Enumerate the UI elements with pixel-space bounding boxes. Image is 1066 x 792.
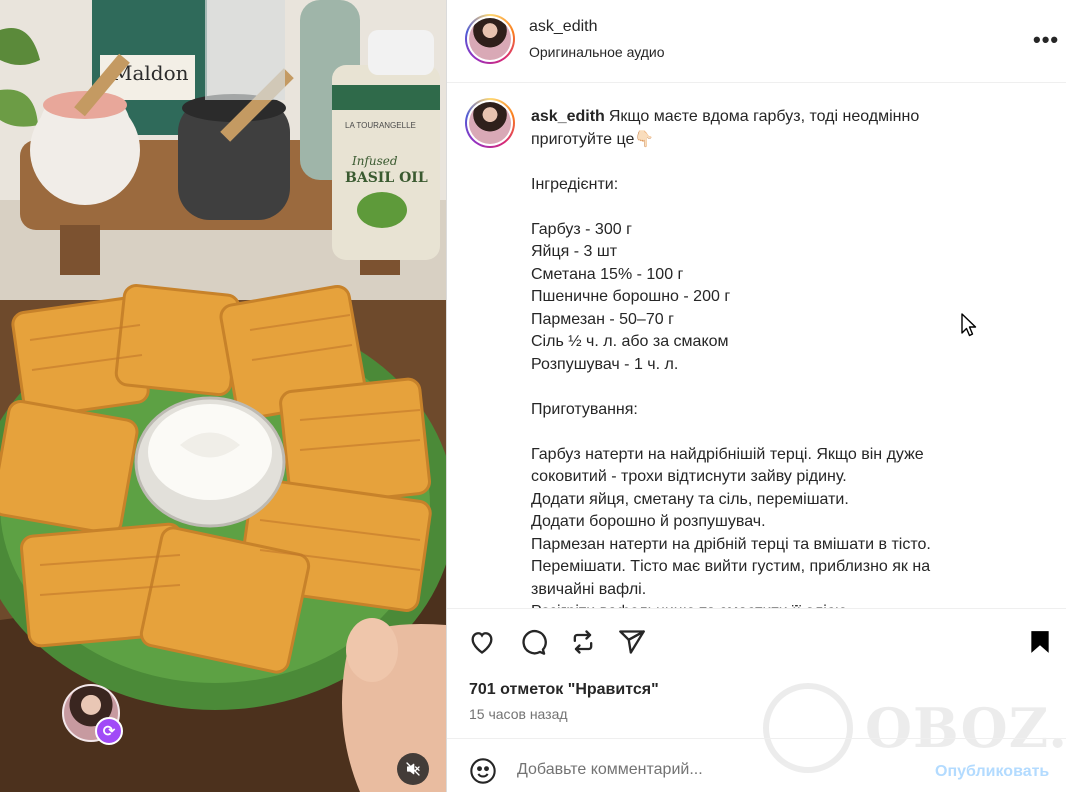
publish-button[interactable]: Опубликовать — [935, 763, 1049, 781]
post-side-panel: ask_edith Оригинальное аудио ••• ask_edi… — [446, 0, 1066, 792]
caption-avatar[interactable] — [465, 98, 515, 148]
audio-label[interactable]: Оригинальное аудио — [529, 44, 665, 60]
caption-text: ask_edith Якщо маєте вдома гарбуз, тоді н… — [531, 106, 981, 608]
caption-line: Приготування: — [531, 400, 638, 418]
caption-line: Розігріти вафельницю та змастити її оліє… — [531, 601, 981, 608]
oil-name-line1: Infused — [351, 154, 398, 168]
post-timestamp[interactable]: 15 часов назад — [469, 706, 568, 722]
caption-line: звичайні вафлі. — [531, 580, 647, 598]
caption-line: Додати борошно й розпушувач. — [531, 513, 766, 530]
oil-name-line2: BASIL OIL — [345, 170, 428, 186]
caption-line: Пармезан - 50–70 г — [531, 310, 674, 328]
caption-body: Інгредієнти: Гарбуз - 300 г Яйця - 3 шт Сме… — [531, 151, 981, 609]
comment-bar: Опубликовать — [447, 738, 1066, 792]
post-header: ask_edith Оригинальное аудио ••• — [447, 0, 1066, 83]
send-icon[interactable] — [617, 627, 647, 657]
caption-line: соковитий - трохи відтиснути зайву рідин… — [531, 468, 847, 485]
caption-section: ask_edith Якщо маєте вдома гарбуз, тоді н… — [447, 84, 1066, 608]
likes-count[interactable]: 701 отметок "Нравится" — [469, 681, 659, 699]
caption-line: Додати яйця, сметану та сіль, перемішати… — [531, 490, 849, 508]
more-icon[interactable]: ••• — [1033, 27, 1059, 53]
repost-icon[interactable] — [568, 627, 598, 657]
caption-line: Сіль ½ ч. л. або за смаком — [531, 333, 729, 350]
caption-line: Гарбуз натерти на найдрібнішій терці. Як… — [531, 445, 924, 463]
muted-speaker-icon[interactable] — [397, 753, 429, 785]
comment-input[interactable] — [517, 761, 917, 779]
comment-icon[interactable] — [518, 627, 548, 657]
mouse-cursor-icon — [961, 313, 977, 337]
caption-line: Пармезан натерти на дрібній терці та вмі… — [531, 535, 931, 553]
caption-second-line: приготуйте це👇🏻 — [531, 130, 655, 148]
caption-line: Розпушувач - 1 ч. л. — [531, 355, 679, 373]
caption-first-line: Якщо маєте вдома гарбуз, тоді неодмінно — [608, 108, 920, 125]
author-avatar[interactable] — [465, 14, 515, 64]
caption-line: Пшеничне борошно - 200 г — [531, 288, 731, 305]
caption-line: Гарбуз - 300 г — [531, 220, 632, 238]
caption-line: Сметана 15% - 100 г — [531, 265, 684, 283]
caption-line: Перемішати. Тісто має вийти густим, приб… — [531, 558, 931, 575]
caption-line: Яйця - 3 шт — [531, 243, 618, 260]
caption-username[interactable]: ask_edith — [531, 108, 605, 125]
emoji-icon[interactable] — [469, 757, 497, 790]
heart-icon[interactable] — [467, 627, 497, 657]
caption-line: Інгредієнти: — [531, 175, 619, 193]
bookmark-icon[interactable] — [1025, 627, 1055, 657]
post-media[interactable]: Maldon LA TOURANGELLE Infused BASIL OIL — [0, 0, 446, 792]
oil-brand-text: LA TOURANGELLE — [345, 121, 416, 130]
waffle-photo: Maldon LA TOURANGELLE Infused BASIL OIL — [0, 0, 446, 792]
repost-badge-icon: ⟳ — [95, 717, 123, 745]
author-username[interactable]: ask_edith — [529, 18, 598, 36]
